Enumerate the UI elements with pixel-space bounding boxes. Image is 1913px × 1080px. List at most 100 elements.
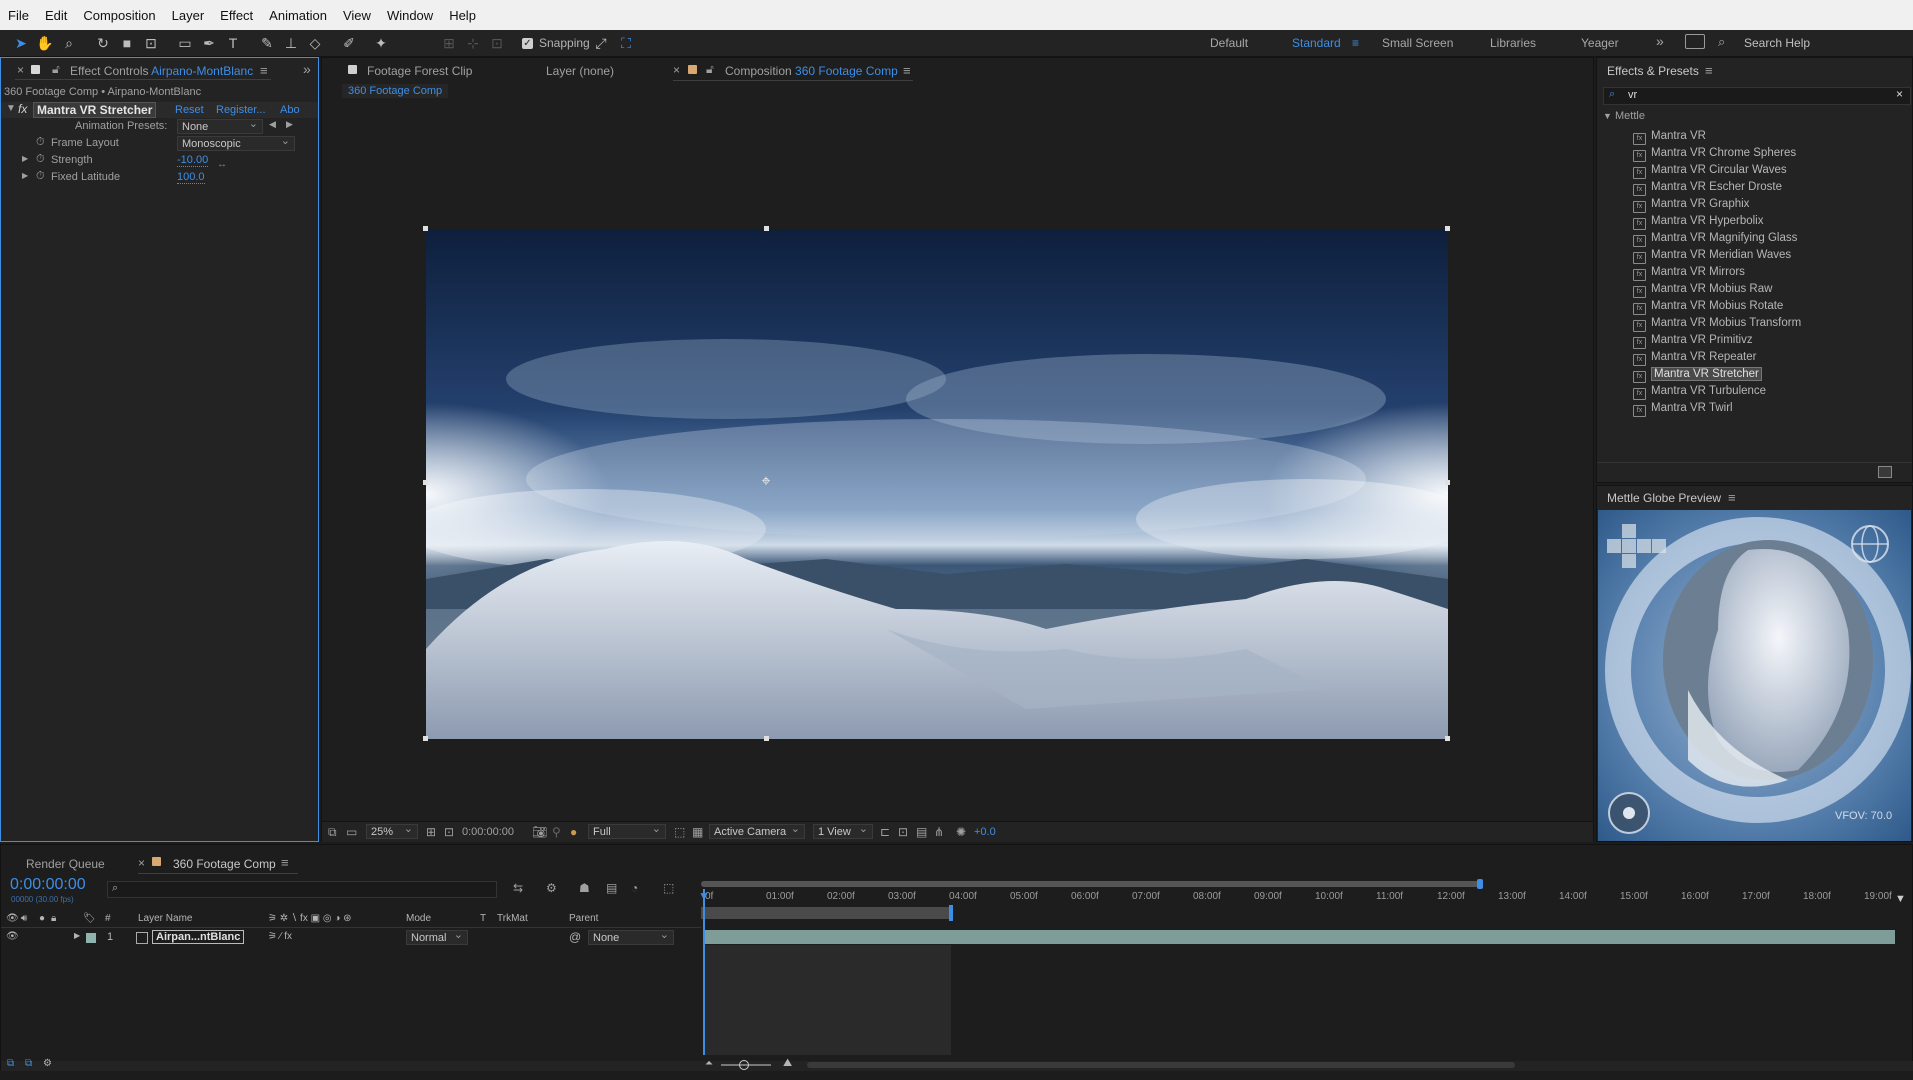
panel-menu-icon[interactable]: ≡ bbox=[260, 63, 268, 78]
menu-effect[interactable]: Effect bbox=[212, 8, 261, 23]
timeline-timecode[interactable]: 0:00:00:00 bbox=[10, 876, 86, 894]
shy-layers-icon[interactable]: ☗ bbox=[579, 881, 590, 895]
workspace-standard[interactable]: Standard bbox=[1292, 36, 1341, 50]
snapshot-icon[interactable]: 📷︎ bbox=[532, 825, 547, 839]
effect-list-item[interactable]: fx Mantra VR Magnifying Glass bbox=[1633, 230, 1797, 247]
resize-handle[interactable] bbox=[1445, 226, 1450, 231]
panel-menu-icon[interactable]: ≡ bbox=[1705, 63, 1713, 78]
comp-mini-flowchart-icon[interactable]: ⇆ bbox=[513, 881, 523, 895]
close-tab-icon[interactable]: × bbox=[17, 63, 24, 77]
fit-icon[interactable]: ⊞ bbox=[426, 825, 436, 839]
resize-handle[interactable] bbox=[423, 736, 428, 741]
work-area-end-handle[interactable] bbox=[1477, 879, 1483, 889]
effect-list-item[interactable]: fx Mantra VR Mirrors bbox=[1633, 264, 1745, 281]
toggle-switches-icon[interactable]: ⧉ bbox=[7, 1058, 14, 1069]
monitor-icon[interactable]: ▭ bbox=[346, 825, 357, 839]
playhead-icon[interactable]: ▼ bbox=[698, 889, 710, 903]
strength-value[interactable]: -10.00 bbox=[177, 154, 209, 167]
effect-list-item[interactable]: fx Mantra VR Mobius Raw bbox=[1633, 281, 1772, 298]
prev-preset-icon[interactable]: ◀ bbox=[269, 119, 276, 130]
menu-file[interactable]: File bbox=[0, 8, 37, 23]
camera-orbit-icon[interactable] bbox=[1608, 792, 1650, 834]
solo-icon[interactable]: ● bbox=[39, 913, 45, 924]
lock-icon[interactable]: 🔓︎ bbox=[52, 62, 60, 77]
zoom-tool-icon[interactable]: ⌕ bbox=[60, 34, 78, 52]
parent-dropdown[interactable]: None bbox=[588, 928, 674, 945]
rotate-tool-icon[interactable]: ↻ bbox=[94, 34, 112, 52]
tab-footage[interactable]: Footage Forest Clip bbox=[367, 64, 472, 78]
video-visibility-icon[interactable]: 👁︎ bbox=[6, 913, 19, 924]
graph-editor-icon[interactable]: ⬚ bbox=[663, 881, 674, 895]
camera-tool-icon[interactable]: ■ bbox=[118, 34, 136, 52]
menu-layer[interactable]: Layer bbox=[164, 8, 213, 23]
snap-feather-icon[interactable]: ⛶ bbox=[617, 34, 635, 52]
preview-range-end[interactable] bbox=[949, 905, 953, 921]
effect-list-item[interactable]: fx Mantra VR Meridian Waves bbox=[1633, 247, 1791, 264]
animation-presets-dropdown[interactable]: None bbox=[177, 117, 263, 134]
layer-duration-bar[interactable] bbox=[705, 930, 1895, 944]
effect-list-item[interactable]: fx Mantra VR Stretcher bbox=[1633, 366, 1762, 383]
lock-icon[interactable]: 🔒︎ bbox=[51, 913, 56, 924]
effects-presets-title[interactable]: Effects & Presets bbox=[1607, 64, 1699, 78]
reset-link[interactable]: Reset bbox=[175, 104, 204, 116]
resolution-dropdown[interactable]: Full bbox=[588, 822, 666, 839]
time-ruler[interactable]: 0f 01:00f 02:00f 03:00f 04:00f 05:00f 06:00f 07… bbox=[701, 891, 1901, 905]
exposure-icon[interactable]: ✺ bbox=[956, 825, 966, 839]
audio-icon[interactable]: 🔊︎ bbox=[21, 913, 27, 924]
fast-previews-icon[interactable]: ⊡ bbox=[898, 825, 908, 839]
layer-name[interactable]: Airpan...ntBlanc bbox=[152, 930, 245, 944]
effect-list-item[interactable]: fx Mantra VR Mobius Transform bbox=[1633, 315, 1801, 332]
always-preview-icon[interactable]: ⧉ bbox=[328, 825, 337, 840]
motion-blur-icon[interactable]: ◔ bbox=[631, 881, 638, 895]
grid-icon[interactable]: ⊡ bbox=[444, 825, 454, 839]
expand-panel-icon[interactable]: » bbox=[303, 61, 311, 77]
clear-search-icon[interactable]: × bbox=[1896, 87, 1903, 101]
show-snapshot-icon[interactable]: ⚲ bbox=[552, 825, 561, 839]
blend-mode-dropdown[interactable]: Normal bbox=[406, 928, 468, 945]
effect-name[interactable]: Mantra VR Stretcher bbox=[33, 102, 157, 118]
selection-tool-icon[interactable]: ➤ bbox=[12, 34, 30, 52]
anchor-point-icon[interactable]: ⌖ bbox=[758, 474, 774, 490]
axis-world-icon[interactable]: ⊹ bbox=[464, 34, 482, 52]
puppet-pin-tool-icon[interactable]: ✦ bbox=[372, 34, 390, 52]
channel-icon[interactable]: ● bbox=[570, 825, 577, 839]
layer-label-color[interactable] bbox=[86, 933, 96, 943]
workspace-default[interactable]: Default bbox=[1210, 36, 1248, 50]
menu-composition[interactable]: Composition bbox=[75, 8, 163, 23]
register-link[interactable]: Register... bbox=[216, 104, 266, 116]
layer-name-header[interactable]: Layer Name bbox=[138, 913, 192, 924]
workspace-libraries[interactable]: Libraries bbox=[1490, 36, 1536, 50]
resize-handle[interactable] bbox=[764, 736, 769, 741]
panel-menu-icon[interactable]: ≡ bbox=[281, 855, 289, 870]
menu-view[interactable]: View bbox=[335, 8, 379, 23]
timeline-scrollbar[interactable] bbox=[807, 1062, 1515, 1068]
frame-layout-dropdown[interactable]: Monoscopic bbox=[177, 134, 295, 151]
zoom-slider-thumb[interactable] bbox=[739, 1060, 749, 1070]
toggle-modes-icon[interactable]: ⧉ bbox=[25, 1058, 32, 1069]
group-mettle[interactable]: ▼ Mettle bbox=[1603, 110, 1645, 122]
more-workspaces-icon[interactable]: » bbox=[1656, 33, 1664, 49]
navigation-cross-icon[interactable] bbox=[1598, 510, 1658, 570]
tab-layer[interactable]: Layer (none) bbox=[546, 64, 614, 78]
search-icon[interactable]: ⌕ bbox=[1718, 34, 1725, 50]
clone-stamp-tool-icon[interactable]: ⊥ bbox=[282, 34, 300, 52]
pick-whip-icon[interactable]: @ bbox=[569, 930, 581, 944]
axis-view-icon[interactable]: ⊡ bbox=[488, 34, 506, 52]
menu-window[interactable]: Window bbox=[379, 8, 441, 23]
effect-list-item[interactable]: fx Mantra VR Turbulence bbox=[1633, 383, 1766, 400]
tab-render-queue[interactable]: Render Queue bbox=[26, 857, 105, 871]
frame-blending-icon[interactable]: ▤ bbox=[606, 881, 617, 895]
effect-list-item[interactable]: fx Mantra VR Graphix bbox=[1633, 196, 1749, 213]
stopwatch-icon[interactable]: ⏱ bbox=[36, 153, 45, 166]
toggle-render-time-icon[interactable]: ⚙︎ bbox=[43, 1058, 52, 1069]
axis-tool-icon[interactable]: ⊞ bbox=[440, 34, 458, 52]
draft-3d-icon[interactable]: ⚙︎ bbox=[546, 881, 557, 895]
effect-controls-tab[interactable]: Effect Controls Airpano-MontBlanc bbox=[70, 64, 253, 78]
tab-composition[interactable]: Composition 360 Footage Comp bbox=[725, 64, 898, 78]
expand-layer-icon[interactable]: ▶ bbox=[74, 931, 80, 940]
layer-row[interactable]: 👁︎ ▶ 1 Airpan...ntBlanc ⚞ ∕ fx Normal @ … bbox=[1, 928, 701, 946]
roto-brush-tool-icon[interactable]: ✐ bbox=[340, 34, 358, 52]
fixed-latitude-value[interactable]: 100.0 bbox=[177, 171, 205, 184]
eye-icon[interactable]: 👁︎ bbox=[6, 931, 19, 942]
effect-list-item[interactable]: fx Mantra VR Circular Waves bbox=[1633, 162, 1787, 179]
